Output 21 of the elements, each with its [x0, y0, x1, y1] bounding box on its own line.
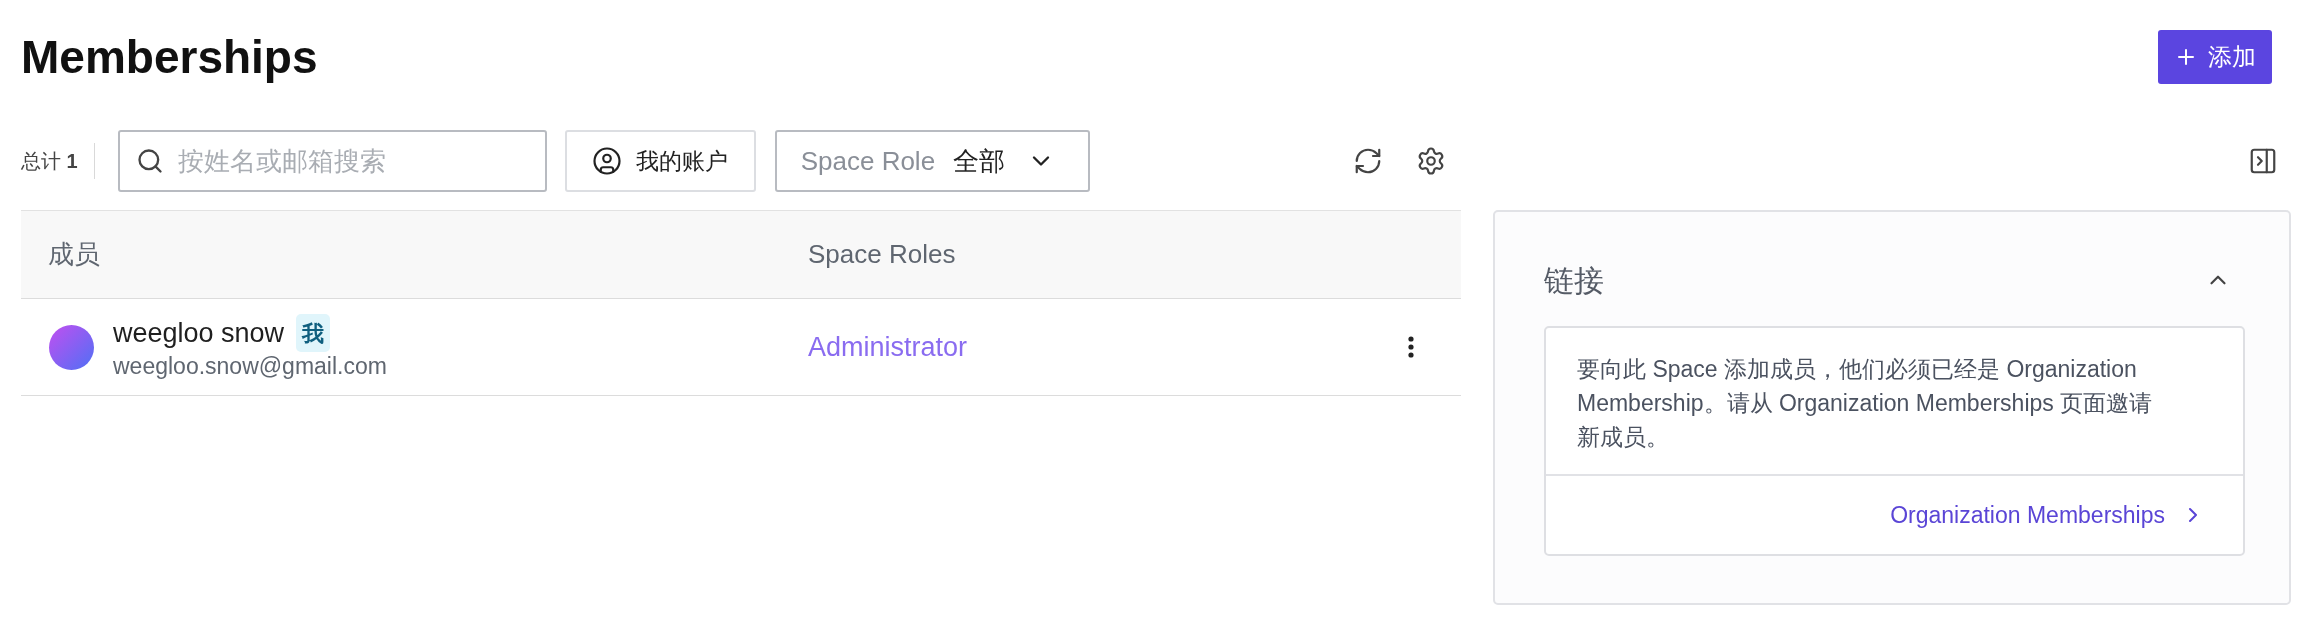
kebab-icon [1408, 336, 1414, 358]
panel-title: 链接 [1544, 262, 1604, 299]
current-user-tag: 我 [296, 314, 331, 352]
role-link[interactable]: Administrator [808, 331, 968, 362]
search-field[interactable]: 按姓名或邮箱搜索 [117, 130, 547, 192]
search-icon [135, 147, 164, 175]
column-header: 成员 [48, 239, 100, 269]
column-header: Space Roles [808, 239, 956, 269]
add-button[interactable]: 添加 [2158, 30, 2272, 84]
role-filter-dropdown[interactable]: Space Role 全部 [774, 130, 1090, 192]
my-account-button[interactable]: 我的账户 [564, 130, 756, 192]
total-count: 总计 1 [21, 149, 78, 174]
avatar-icon [49, 324, 94, 370]
settings-icon[interactable] [1416, 146, 1446, 176]
sidebar-toggle-icon[interactable] [2248, 146, 2278, 176]
organization-memberships-link[interactable]: Organization Memberships [1890, 497, 2205, 533]
refresh-icon[interactable] [1353, 146, 1383, 176]
member-name: weegloo snow [113, 317, 285, 350]
member-email: weegloo.snow@gmail.com [113, 352, 387, 380]
info-message: 要向此 Space 添加成员，他们必须已经是 Organization Membership。请从 Organization Memberships 页面邀请新成员。 [1577, 355, 2154, 452]
user-icon [592, 146, 623, 176]
